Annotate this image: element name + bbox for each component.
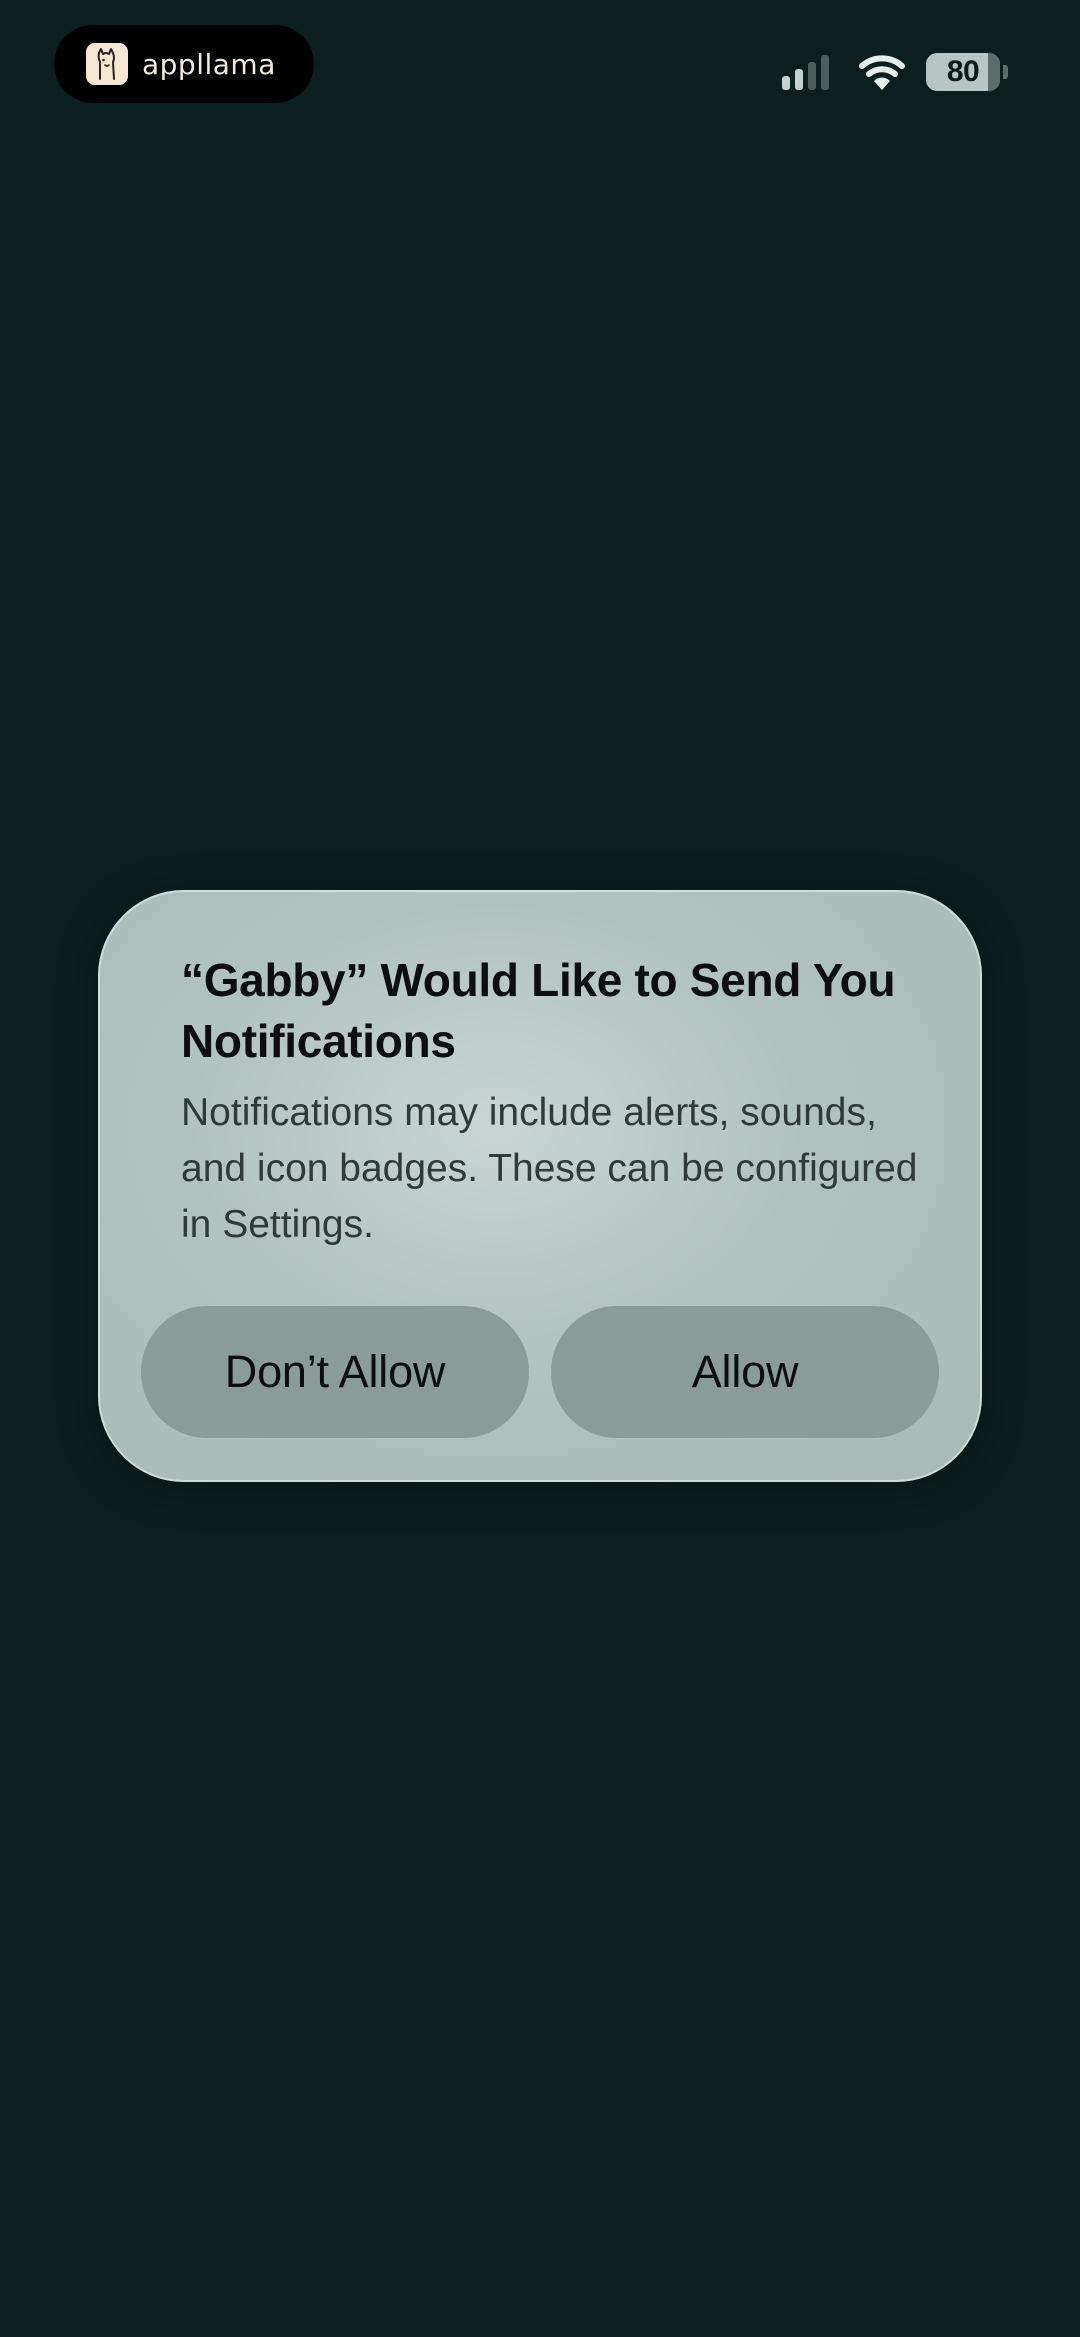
app-screen: appllama 80 “Gabby” Would Like to Send Y… <box>0 0 1080 2337</box>
wifi-icon <box>858 52 906 92</box>
battery-level-text: 80 <box>946 55 980 88</box>
app-badge-pill[interactable]: appllama <box>54 25 314 103</box>
alert-title: “Gabby” Would Like to Send You Notificat… <box>181 954 896 1067</box>
status-bar-right: 80 <box>782 50 1008 94</box>
llama-logo-icon <box>86 43 128 85</box>
dont-allow-button[interactable]: Don’t Allow <box>141 1306 529 1438</box>
battery-icon: 80 <box>926 53 1008 91</box>
alert-message: Notifications may include alerts, sounds… <box>181 1091 918 1246</box>
notification-permission-alert: “Gabby” Would Like to Send You Notificat… <box>98 890 982 1482</box>
allow-button[interactable]: Allow <box>551 1306 939 1438</box>
app-badge-name: appllama <box>142 47 276 81</box>
cellular-signal-icon <box>782 54 834 90</box>
